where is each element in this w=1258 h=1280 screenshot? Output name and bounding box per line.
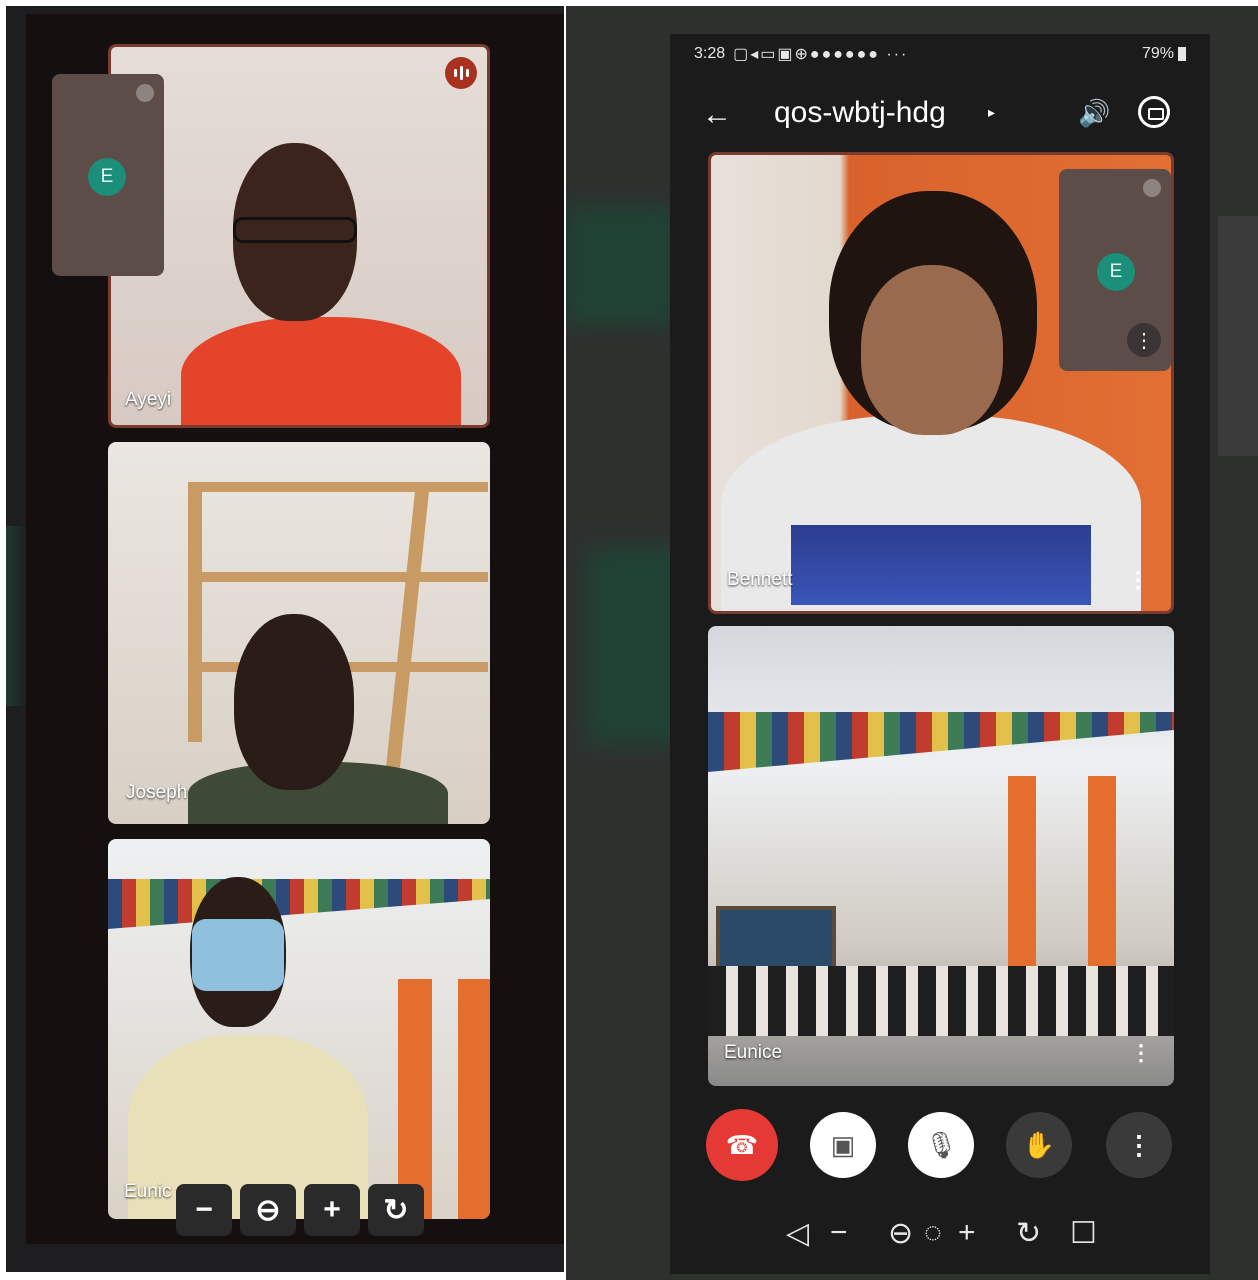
call-controls: ☎ ▣ 🎙 ✋ ⋮ — [670, 1106, 1210, 1186]
glasses — [233, 217, 357, 243]
screenshot-collage: Ayeyi E Joseph Eunic − ⊖ + ↻ 3:28 ▢◂▭▣⊕●… — [0, 0, 1258, 1280]
raise-hand-button[interactable]: ✋ — [1006, 1112, 1072, 1178]
speaking-indicator-icon — [445, 57, 477, 89]
more-options-icon[interactable]: ⋮ — [1130, 1040, 1152, 1066]
participant-tile-ayeyi[interactable]: Ayeyi — [108, 44, 490, 428]
reset-icon[interactable]: ↻ — [1016, 1216, 1041, 1251]
status-bar: 3:28 ▢◂▭▣⊕●●●●●● ··· 79% — [670, 34, 1210, 74]
face-mask — [192, 919, 284, 991]
zoom-minus-button[interactable]: − — [830, 1216, 848, 1250]
participant-head — [234, 614, 354, 790]
participant-name: Eunic — [124, 1181, 172, 1202]
zoom-plus-button[interactable]: + — [958, 1216, 976, 1250]
more-options-icon[interactable]: ⋮ — [1127, 323, 1161, 357]
participant-name: Joseph — [126, 782, 188, 803]
left-call-screenshot: Ayeyi E Joseph Eunic − ⊖ + ↻ — [6, 6, 564, 1272]
avatar: E — [88, 158, 126, 196]
participant-face — [861, 265, 1003, 435]
participant-tile-bennett[interactable]: E ⋮ Bennett ⋮ — [708, 152, 1174, 614]
nav-back-icon[interactable]: ◁ — [786, 1216, 809, 1251]
back-arrow-icon[interactable]: ← — [702, 98, 732, 132]
zoom-toolbar: − ⊖ + ↻ — [176, 1184, 424, 1236]
pennant-banners — [108, 879, 490, 929]
crowd — [708, 966, 1174, 1036]
pennant-banners — [708, 712, 1174, 772]
participant-name: Eunice — [724, 1042, 783, 1063]
mic-off-button[interactable]: 🎙 — [908, 1112, 974, 1178]
zoom-minus-button[interactable]: − — [176, 1184, 232, 1236]
reset-icon[interactable]: ↻ — [368, 1184, 424, 1236]
participant-name: Bennett — [727, 569, 793, 590]
self-view-tile[interactable]: E ⋮ — [1059, 169, 1171, 371]
speaker-icon[interactable]: 🔊 — [1078, 98, 1110, 129]
meeting-header: ← qos-wbtj-hdg ▸ 🔊 — [670, 86, 1210, 142]
camera-off-button[interactable]: ▣ — [810, 1112, 876, 1178]
more-options-button[interactable]: ⋮ — [1106, 1112, 1172, 1178]
shirt-graphic — [791, 525, 1091, 605]
left-call-grid: Ayeyi E Joseph Eunic − ⊖ + ↻ — [26, 14, 564, 1244]
zoom-out-icon[interactable]: ⊖ — [240, 1184, 296, 1236]
nav-home-icon[interactable]: ◌ — [924, 1216, 942, 1250]
avatar: E — [1097, 253, 1135, 291]
navigation-bar: ◁ − ⊖ ◌ + ↻ ☐ — [670, 1210, 1210, 1262]
more-options-icon[interactable]: ⋮ — [1127, 567, 1149, 593]
participant-tile-joseph[interactable]: Joseph — [108, 442, 490, 824]
end-call-button[interactable]: ☎ — [706, 1109, 778, 1181]
participant-name: Ayeyi — [125, 389, 172, 410]
zoom-out-icon[interactable]: ⊖ — [888, 1216, 913, 1251]
zoom-plus-button[interactable]: + — [304, 1184, 360, 1236]
phone-screen: 3:28 ▢◂▭▣⊕●●●●●● ··· 79% ← qos-wbtj-hdg … — [670, 34, 1210, 1274]
notification-icons: ▢◂▭▣⊕●●●●●● ··· — [733, 46, 909, 63]
participant-tile-eunic[interactable]: Eunic — [108, 839, 490, 1219]
mic-off-icon — [136, 84, 154, 102]
caret-right-icon[interactable]: ▸ — [988, 104, 995, 121]
battery-percent: 79% — [1141, 45, 1174, 62]
participant-tile-eunice[interactable]: Eunice ⋮ — [708, 626, 1174, 1086]
right-call-screenshot: 3:28 ▢◂▭▣⊕●●●●●● ··· 79% ← qos-wbtj-hdg … — [566, 6, 1258, 1280]
participant-body — [181, 317, 461, 425]
battery-icon — [1178, 47, 1186, 61]
status-time: 3:28 — [694, 45, 726, 62]
switch-camera-icon[interactable] — [1138, 96, 1170, 128]
self-view-tile[interactable]: E — [52, 74, 164, 276]
battery-indicator: 79% — [1142, 45, 1186, 63]
meeting-code[interactable]: qos-wbtj-hdg — [774, 96, 946, 130]
nav-recents-icon[interactable]: ☐ — [1070, 1216, 1097, 1251]
mic-off-icon — [1143, 179, 1161, 197]
